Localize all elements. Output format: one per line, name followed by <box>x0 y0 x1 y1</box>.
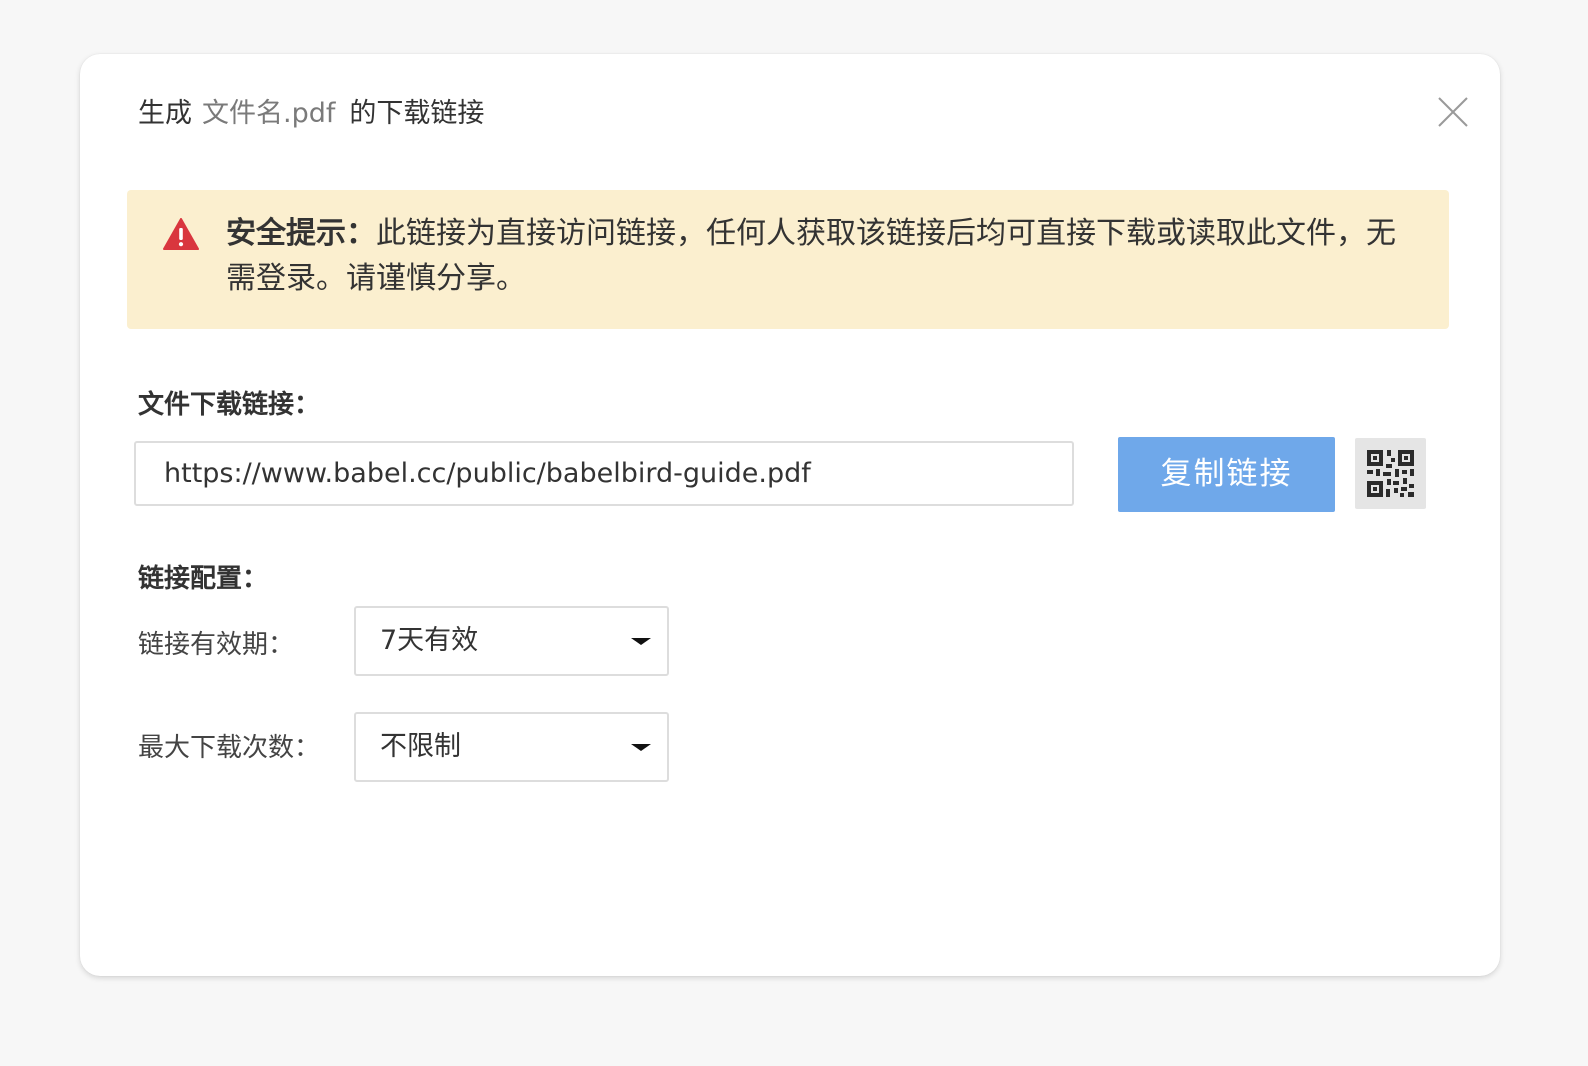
expiry-select[interactable]: 7天有效 <box>354 606 669 676</box>
title-suffix: 的下载链接 <box>349 98 485 129</box>
close-icon <box>1438 97 1468 127</box>
warning-text: 安全提示：此链接为直接访问链接，任何人获取该链接后均可直接下载或读取此文件，无需… <box>226 211 1421 301</box>
max-downloads-select[interactable]: 不限制 <box>354 712 669 782</box>
title-prefix: 生成 <box>138 98 192 129</box>
qr-code-icon <box>1367 450 1414 497</box>
link-config-label: 链接配置： <box>138 564 269 594</box>
warning-message: 此链接为直接访问链接，任何人获取该链接后均可直接下载或读取此文件，无需登录。请谨… <box>226 216 1396 296</box>
dialog-title: 生成 文件名.pdf 的下载链接 <box>138 94 484 134</box>
qr-code-button[interactable] <box>1355 438 1426 509</box>
warning-triangle-icon <box>163 218 199 250</box>
security-warning-banner: 安全提示：此链接为直接访问链接，任何人获取该链接后均可直接下载或读取此文件，无需… <box>127 190 1449 329</box>
download-link-label: 文件下载链接： <box>138 390 321 420</box>
chevron-down-icon <box>631 744 651 751</box>
close-button[interactable] <box>1435 94 1471 130</box>
max-downloads-select-value: 不限制 <box>380 731 461 762</box>
max-downloads-label: 最大下载次数： <box>138 733 321 763</box>
download-url-field[interactable]: https://www.babel.cc/public/babelbird-gu… <box>134 441 1074 506</box>
download-link-dialog: 生成 文件名.pdf 的下载链接 安全提示：此链接为直接访问链接，任何人获取该链接后… <box>80 54 1500 976</box>
warning-label: 安全提示： <box>226 216 376 251</box>
expiry-label: 链接有效期： <box>138 630 295 660</box>
chevron-down-icon <box>631 638 651 645</box>
copy-link-button[interactable]: 复制链接 <box>1118 437 1335 512</box>
expiry-select-value: 7天有效 <box>380 625 479 656</box>
title-filename: 文件名.pdf <box>202 98 336 129</box>
